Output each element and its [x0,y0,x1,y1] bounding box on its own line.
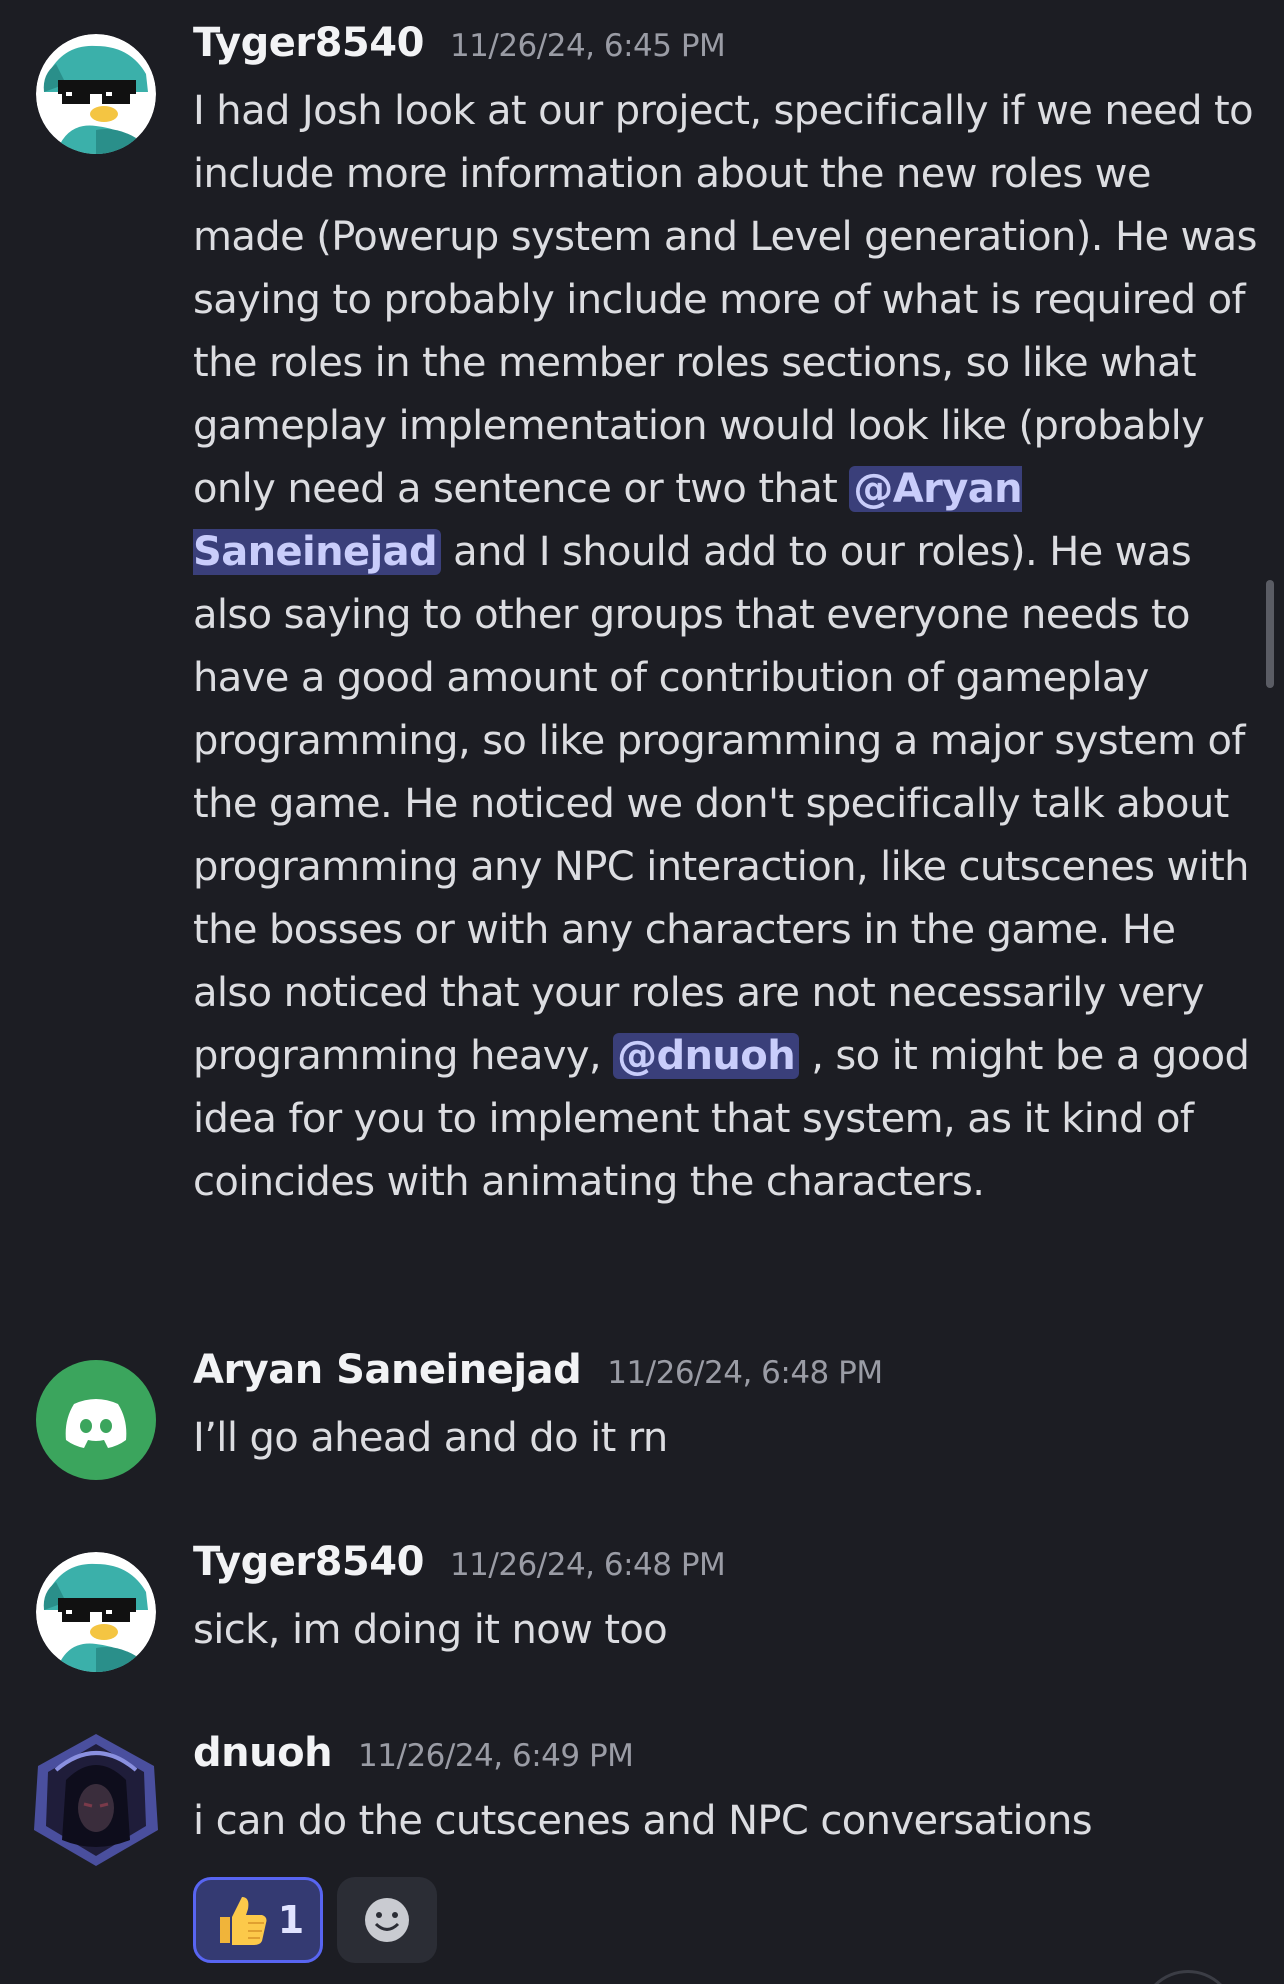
author-name[interactable]: dnuoh [193,1730,333,1776]
avatar[interactable] [26,1730,166,1870]
reaction-bar: 1 [193,1877,1264,1963]
hooded-figure-avatar-icon [34,1734,158,1866]
penguin-sunglasses-avatar-icon [36,1552,156,1672]
reaction-thumbs-up[interactable]: 1 [193,1877,323,1963]
timestamp: 11/26/24, 6:49 PM [358,1738,634,1774]
message-text-part: and I should add to our roles). He was a… [193,529,1250,1079]
reaction-count: 1 [277,1898,305,1942]
timestamp: 11/26/24, 6:48 PM [449,1547,726,1583]
message-text: I’ll go ahead and do it rn [193,1415,668,1461]
message-text: I had Josh look at our project, specific… [193,80,1264,1214]
smiley-add-icon [365,1898,409,1942]
chat-messages: Tyger8540 11/26/24, 6:45 PM I had Josh l… [0,0,1284,1984]
jump-button-edge[interactable] [1140,1970,1236,1984]
timestamp: 11/26/24, 6:45 PM [449,28,726,64]
message-text: sick, im doing it now too [193,1607,668,1653]
thumbs-up-icon [219,1897,267,1945]
author-name[interactable]: Tyger8540 [193,20,424,66]
avatar[interactable] [36,1552,156,1672]
avatar[interactable] [36,1360,156,1480]
author-name[interactable]: Tyger8540 [193,1539,424,1585]
mention-dnuoh[interactable]: @dnuoh [613,1033,800,1079]
penguin-sunglasses-avatar-icon [36,34,156,154]
author-name[interactable]: Aryan Saneinejad [193,1347,582,1393]
add-reaction-button[interactable] [337,1877,437,1963]
avatar[interactable] [36,34,156,154]
message-text-part: I had Josh look at our project, specific… [193,88,1257,512]
discord-logo-icon [65,1399,127,1448]
scrollbar-thumb[interactable] [1266,580,1274,688]
timestamp: 11/26/24, 6:48 PM [607,1355,883,1391]
message-text: i can do the cutscenes and NPC conversat… [193,1798,1093,1844]
